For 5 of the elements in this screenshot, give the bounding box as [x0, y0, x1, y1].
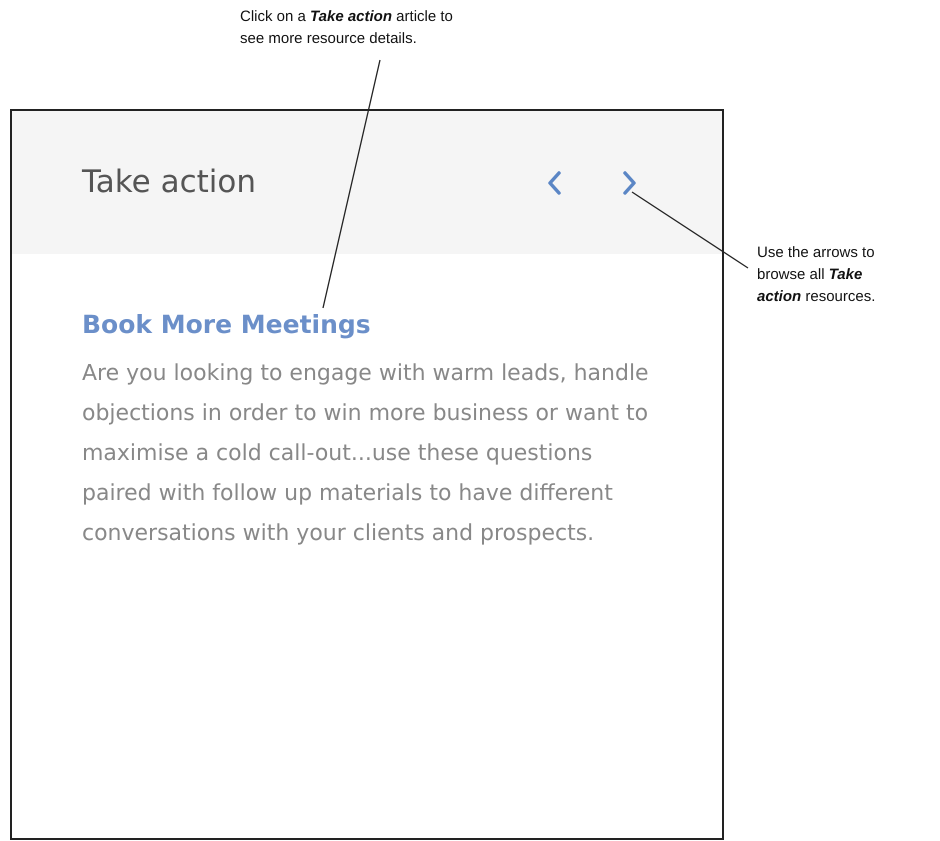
article-summary: Are you looking to engage with warm leads, handle objections in order to win more business or want to maximise a cold call-out...use these questions paired with follow up materials to have different conversations with your clients and prospects.: [82, 360, 650, 548]
article-link[interactable]: Book More Meetings: [82, 306, 371, 344]
callout-text: Click on a Take action article to see more resource details.: [240, 7, 454, 49]
callout-text: Use the arrows to browse all Take action resources.: [757, 243, 876, 307]
card-title: Take action: [82, 164, 256, 202]
